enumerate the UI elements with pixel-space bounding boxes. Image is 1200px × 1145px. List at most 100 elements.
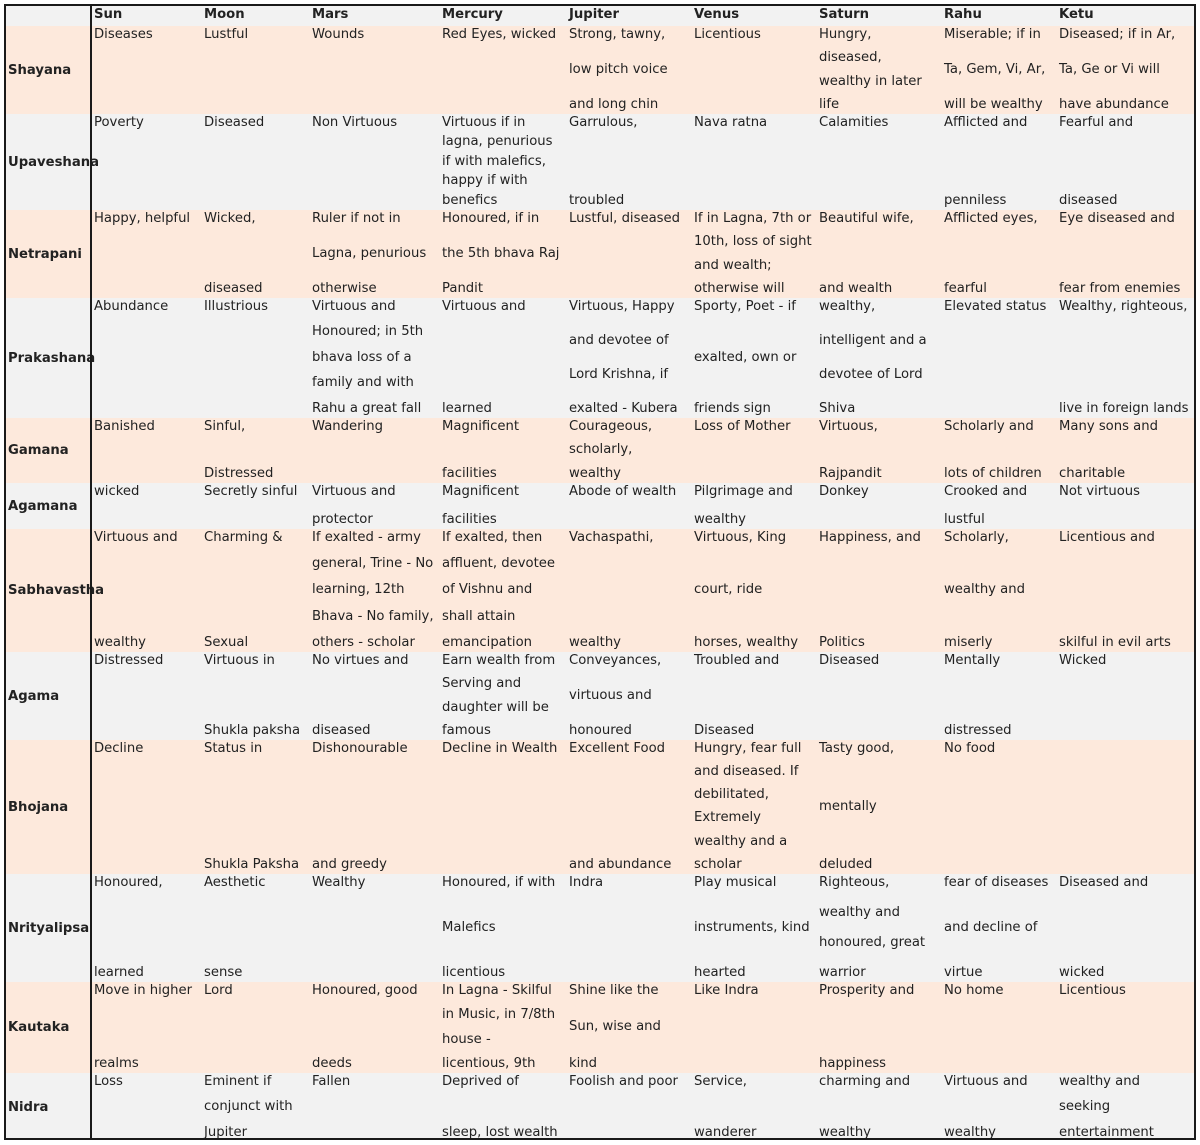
cell-text-line: horses, wealthy — [694, 634, 799, 650]
table-cell: Diseased — [202, 114, 310, 210]
cell-text-line: Bhava - No family, — [312, 608, 434, 624]
cell-text-line — [569, 556, 692, 571]
cell-text-line: Diseased — [694, 722, 755, 738]
table-row: Agamana wicked Secretly sinful Virtuous and… — [6, 483, 1194, 529]
cell-text-line — [1059, 246, 1194, 261]
row-label: Nidra — [8, 1100, 49, 1115]
cell-text-line: facilities — [442, 465, 497, 481]
cell-text-line: wealthy — [94, 634, 146, 650]
cell-text-line: Virtuous in — [204, 653, 275, 668]
cell-text-line: diseased — [1059, 192, 1118, 208]
cell-text-line: Rahu a great fall — [312, 400, 422, 416]
cell-text-line: and long chin — [569, 96, 659, 112]
cell-text-line: conjunct with — [204, 1099, 293, 1115]
table-row: Netrapani Happy, helpful Wicked, diseased R… — [6, 210, 1194, 298]
cell-text-line — [569, 810, 692, 825]
cell-text-line: skilful in evil arts — [1059, 634, 1171, 650]
cell-text-line — [569, 787, 692, 802]
cell-text-line: Shukla paksha — [204, 722, 301, 738]
table-row: Prakashana Abundance Illustrious Virtuous a… — [6, 298, 1194, 418]
cell-text-line — [312, 700, 440, 715]
cell-text-line — [819, 1099, 942, 1114]
cell-text-line: wealthy and a — [694, 833, 788, 849]
cell-text-line: and greedy — [312, 856, 387, 872]
cell-text-line — [944, 1099, 1057, 1114]
table-cell: Diseases — [92, 26, 202, 114]
cell-text-line: wealthy, — [819, 299, 876, 314]
cell-text-line — [819, 246, 942, 261]
table-cell: Vachaspathi, wealthy — [567, 529, 692, 652]
cell-text-line: family and with — [312, 375, 414, 391]
cell-text-line: wealthy — [944, 1124, 996, 1140]
column-header: Sun — [92, 6, 202, 26]
cell-text-line: daughter will be — [442, 699, 549, 715]
table-cell: Happiness, and Politics — [817, 529, 942, 652]
table-cell: Virtuous in Shukla paksha — [202, 652, 310, 740]
cell-text-line — [94, 1032, 202, 1047]
cell-text-line: famous — [442, 722, 491, 738]
cell-text-line: Garrulous, — [569, 115, 638, 130]
table-cell: Virtuous, Rajpandit — [817, 418, 942, 483]
cell-text-line: Virtuous, King — [694, 530, 787, 545]
cell-text-line: wealthy and — [1059, 1074, 1140, 1089]
cell-text-line: exalted, own or — [694, 349, 797, 365]
column-header-label: Jupiter — [569, 7, 620, 22]
column-header: Saturn — [817, 6, 942, 26]
table-cell: Nava ratna — [692, 114, 817, 210]
cell-text-line: Status in — [204, 741, 263, 756]
cell-text-line — [819, 1007, 942, 1022]
cell-text-line: Miserable; if in — [944, 27, 1041, 42]
cell-text-line: Virtuous, — [819, 419, 878, 434]
cell-text-line: Wicked, — [204, 211, 256, 226]
cell-text-line: Conveyances, — [569, 653, 662, 668]
cell-text-line — [944, 246, 1057, 261]
table-cell: Virtuous, Happy and devotee of Lord Krishn… — [567, 298, 692, 418]
table-cell — [1057, 740, 1194, 874]
cell-text-line: Decline in Wealth — [442, 741, 558, 756]
table-cell: Strong, tawny, low pitch voice and long ch… — [567, 26, 692, 114]
table-cell: Many sons and charitable — [1057, 418, 1194, 483]
table-cell: Magnificent facilities — [440, 483, 567, 529]
cell-text-line: Righteous, — [819, 875, 890, 890]
cell-text-line: Extremely — [694, 810, 761, 826]
cell-text-line — [94, 1007, 202, 1022]
cell-text-line — [569, 609, 692, 624]
cell-text-line — [944, 897, 1057, 912]
cell-text-line — [442, 350, 567, 365]
cell-text-line: friends sign — [694, 400, 771, 416]
table-cell: Loss of Mother — [692, 418, 817, 483]
table-cell: Crooked and lustful — [942, 483, 1057, 529]
cell-text-line: will be wealthy — [944, 96, 1043, 112]
cell-text-line — [204, 787, 310, 802]
cell-text-line — [569, 141, 692, 156]
column-header-label: Rahu — [944, 7, 982, 22]
cell-text-line: Play musical — [694, 875, 777, 890]
cell-text-line: virtue — [944, 964, 983, 980]
cell-text-line: Licentious — [1059, 983, 1126, 998]
table-cell: Red Eyes, wicked — [440, 26, 567, 114]
cell-text-line: of Vishnu and — [442, 582, 533, 598]
table-cell: Banished — [92, 418, 202, 483]
table-cell: Status in Shukla Paksha — [202, 740, 310, 874]
cell-text-line: fear from enemies — [1059, 280, 1181, 296]
cell-text-line — [204, 700, 310, 715]
table-cell: If exalted - army general, Trine - No lear… — [310, 529, 440, 652]
cell-text-line: and wealth; — [694, 257, 772, 273]
cell-text-line: sense — [204, 964, 243, 980]
cell-text-line: Abundance — [94, 299, 169, 314]
table-cell: Hungry, diseased, wealthy in later life — [817, 26, 942, 114]
cell-text-line: Afflicted and — [944, 115, 1028, 130]
cell-text-line — [694, 609, 817, 624]
table-cell: fear of diseases and decline of virtue — [942, 874, 1057, 982]
cell-text-line: Diseases — [94, 27, 153, 42]
table-cell: Virtuous if in lagna, penurious if with ma… — [440, 114, 567, 210]
cell-text-line: Virtuous and — [312, 484, 396, 499]
cell-text-line: warrior — [819, 964, 866, 980]
cell-text-line: Wicked — [1059, 653, 1107, 668]
cell-text-line: Lagna, penurious — [312, 245, 427, 261]
cell-text-line: wealthy — [819, 1124, 871, 1140]
row-label: Prakashana — [8, 350, 96, 366]
cell-text-line: virtuous and — [569, 687, 652, 703]
cell-text-line — [944, 942, 1057, 957]
table-cell: Wicked, diseased — [202, 210, 310, 298]
